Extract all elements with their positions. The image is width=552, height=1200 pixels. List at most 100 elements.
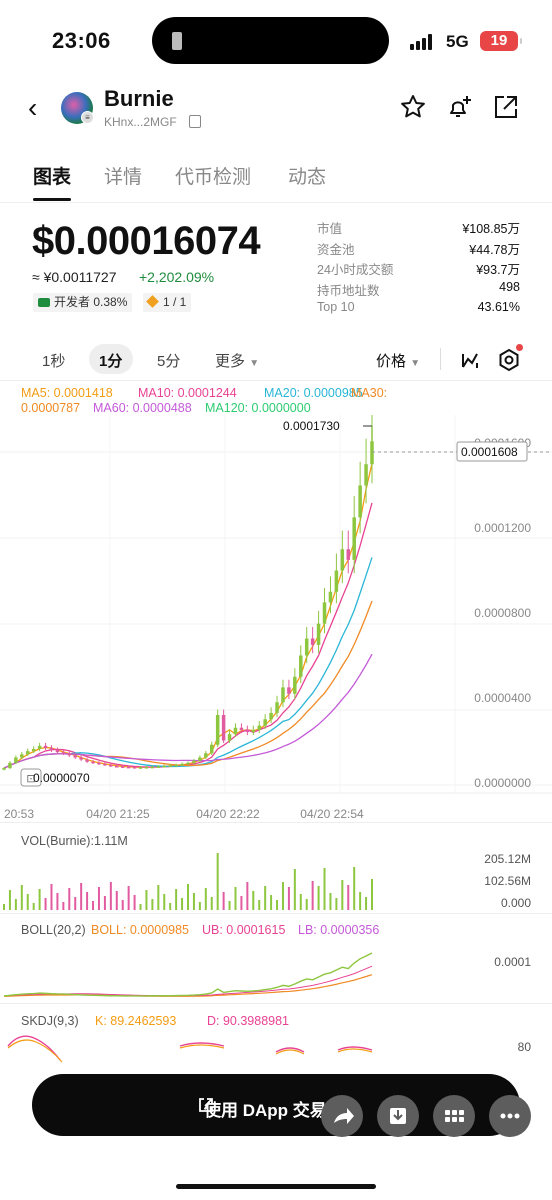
volume-bar	[293, 869, 296, 910]
candle	[334, 570, 339, 592]
candle	[180, 763, 184, 766]
candle	[162, 766, 167, 768]
ma20-label: MA20: 0.0000985	[264, 386, 363, 400]
volume-bar	[44, 898, 47, 910]
home-indicator[interactable]	[176, 1184, 376, 1189]
volume-bar	[68, 888, 71, 910]
token-name: Burnie	[104, 86, 174, 111]
tab-token-check[interactable]: 代币检测	[175, 162, 251, 189]
candle	[322, 602, 327, 624]
candle	[73, 755, 77, 758]
apps-fab[interactable]	[433, 1095, 475, 1137]
volume-chart[interactable]	[0, 850, 552, 912]
candle	[198, 757, 202, 761]
price-cny: ≈ ¥0.0011727	[32, 269, 117, 285]
volume-bar	[329, 893, 332, 910]
indicator-icon[interactable]	[460, 349, 482, 371]
candle	[132, 767, 137, 769]
candle	[287, 687, 291, 694]
volume-bar	[38, 889, 41, 910]
candle	[275, 702, 279, 713]
price-change: +2,202.09%	[139, 269, 215, 285]
boll-chart[interactable]	[0, 940, 552, 1002]
tab-chart[interactable]: 图表	[33, 162, 71, 189]
candle	[269, 712, 273, 720]
volume-bar	[139, 904, 142, 910]
stat-value-mcap: ¥108.85万	[462, 222, 520, 236]
dev-tag[interactable]: 开发者 0.38%	[33, 293, 133, 312]
candle	[352, 517, 356, 560]
tab-details[interactable]: 详情	[104, 162, 142, 189]
share-icon[interactable]	[492, 93, 520, 121]
volume-bar	[270, 895, 273, 910]
skdj-chart[interactable]	[0, 1030, 552, 1070]
candle	[174, 764, 178, 767]
candle	[239, 727, 244, 730]
y-tick-label: 0.0000800	[474, 606, 531, 620]
vol-tick-low: 0.000	[500, 896, 531, 910]
interval-1m[interactable]: 1分	[99, 350, 122, 371]
status-time: 23:06	[52, 28, 111, 53]
volume-bar	[252, 891, 255, 910]
vol-tick-mid: 102.56M	[484, 874, 531, 888]
volume-bar	[80, 883, 83, 910]
share-fab[interactable]	[321, 1095, 363, 1137]
copy-icon[interactable]	[189, 115, 201, 128]
add-alert-icon[interactable]	[445, 93, 473, 121]
grid-icon	[445, 1110, 464, 1122]
signal-icon	[410, 34, 436, 50]
download-fab[interactable]	[377, 1095, 419, 1137]
x-tick-label: 04/20 22:54	[300, 807, 364, 821]
candle	[340, 549, 345, 571]
boll-upper-line	[3, 965, 373, 997]
candle	[31, 749, 36, 752]
volume-bar	[145, 890, 148, 910]
candle	[43, 745, 48, 748]
candle	[316, 623, 321, 645]
candle	[156, 766, 161, 768]
more-icon	[500, 1113, 520, 1119]
dapp-trade-label[interactable]: 使用 DApp 交易	[204, 1096, 327, 1121]
interval-1s[interactable]: 1秒	[42, 350, 65, 371]
stat-value-volume: ¥93.7万	[476, 263, 520, 277]
volume-bar	[62, 902, 65, 910]
x-tick-label: 04/20 22:22	[196, 807, 260, 821]
dynamic-island	[152, 17, 389, 64]
settings-icon[interactable]	[497, 348, 521, 372]
more-fab[interactable]	[489, 1095, 531, 1137]
back-icon[interactable]: ‹	[28, 94, 37, 122]
candle	[85, 759, 89, 762]
y-tick-label: 0.0001200	[474, 521, 531, 535]
interval-5m[interactable]: 5分	[157, 350, 180, 371]
rank-tag[interactable]: 1 / 1	[143, 293, 192, 312]
skdj-divider	[0, 1003, 552, 1004]
high-price-label: 0.0001730	[283, 419, 340, 433]
y-tick-label: 0.0000400	[474, 691, 531, 705]
boll-value: BOLL: 0.0000985	[91, 923, 189, 937]
candle	[109, 764, 113, 767]
rank-tag-label: 1 / 1	[163, 295, 187, 309]
interval-more[interactable]: 更多 ▼	[215, 350, 259, 371]
candle	[215, 715, 220, 745]
volume-bar	[163, 894, 166, 910]
star-icon[interactable]	[399, 93, 427, 121]
candle	[245, 729, 250, 732]
candle	[115, 766, 119, 768]
candle	[251, 729, 256, 732]
volume-bar	[353, 867, 356, 910]
skdj-d: D: 90.3988981	[207, 1014, 290, 1028]
stat-value-holders: 498	[499, 280, 520, 294]
candle	[103, 763, 107, 766]
candle	[55, 750, 60, 753]
boll-lb: LB: 0.0000356	[298, 923, 380, 937]
x-tick-label: 20:53	[4, 807, 34, 821]
tab-activity[interactable]: 动态	[288, 162, 326, 189]
candle	[168, 765, 172, 767]
price-selector[interactable]: 价格 ▼	[376, 350, 420, 371]
volume-bar	[151, 899, 154, 910]
stat-label-holders: 持币地址数	[317, 284, 380, 298]
volume-bar	[281, 882, 284, 910]
price-chart[interactable]: 0.00016000.00012000.00008000.00004000.00…	[0, 415, 552, 825]
candle	[37, 745, 42, 749]
candle	[358, 485, 362, 518]
